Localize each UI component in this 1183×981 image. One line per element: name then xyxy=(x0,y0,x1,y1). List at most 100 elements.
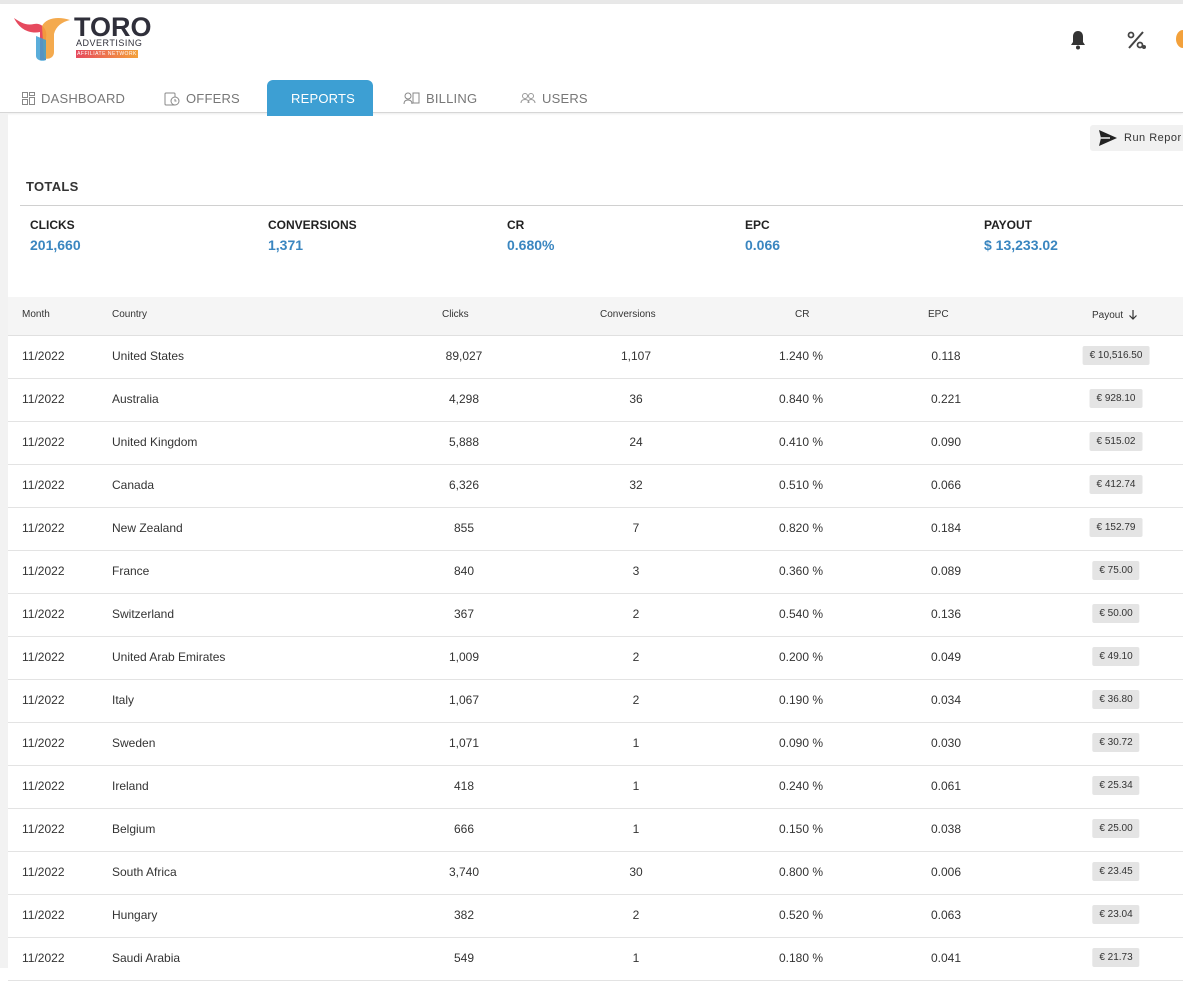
cell-clicks: 549 xyxy=(453,951,475,965)
payout-badge: € 928.10 xyxy=(1089,389,1143,408)
grid-icon xyxy=(22,91,35,105)
table-header: Month Country Clicks Conversions CR EPC … xyxy=(8,297,1183,336)
tab-reports[interactable]: REPORTS xyxy=(267,80,373,116)
cell-country: Hungary xyxy=(112,908,158,922)
cell-conversions: 24 xyxy=(629,435,643,449)
cell-conversions: 2 xyxy=(632,693,640,707)
cell-epc: 0.063 xyxy=(930,908,962,922)
column-header-cr[interactable]: CR xyxy=(795,309,809,320)
cell-conversions: 1 xyxy=(632,779,640,793)
cell-clicks: 382 xyxy=(453,908,475,922)
table-row[interactable]: 11/2022 United Arab Emirates 1,009 2 0.200 %… xyxy=(8,637,1183,680)
cell-cr: 1.240 % xyxy=(778,349,824,363)
cell-epc: 0.089 xyxy=(930,564,962,578)
stat-value: 0.680% xyxy=(507,237,555,253)
tab-users-label: USERS xyxy=(542,90,588,106)
cell-conversions: 36 xyxy=(629,392,643,406)
payout-badge: € 23.04 xyxy=(1092,905,1140,924)
cell-country: United States xyxy=(112,349,185,363)
table-row[interactable]: 11/2022 United States 89,027 1,107 1.240 % 0.… xyxy=(8,336,1183,379)
cell-cr: 0.820 % xyxy=(778,521,824,535)
cell-cr: 0.840 % xyxy=(778,392,824,406)
table-row[interactable]: 11/2022 Ireland 418 1 0.240 % 0.061 € 25.34 xyxy=(8,766,1183,809)
cell-month: 11/2022 xyxy=(22,822,65,836)
cell-month: 11/2022 xyxy=(22,736,65,750)
run-report-label: Run Repor xyxy=(1124,132,1182,144)
tab-dashboard[interactable]: DASHBOARD xyxy=(22,80,125,116)
table-row[interactable]: 11/2022 Saudi Arabia 549 1 0.180 % 0.041 € 21.… xyxy=(8,938,1183,981)
payout-badge: € 21.73 xyxy=(1092,948,1140,967)
cell-epc: 0.221 xyxy=(930,392,962,406)
table-row[interactable]: 11/2022 Canada 6,326 32 0.510 % 0.066 € 412.74 xyxy=(8,465,1183,508)
tab-billing[interactable]: BILLING xyxy=(403,80,477,116)
tab-reports-label: REPORTS xyxy=(291,90,356,106)
column-header-payout[interactable]: Payout xyxy=(1092,309,1138,321)
cell-epc: 0.030 xyxy=(930,736,962,750)
stat-value: $ 13,233.02 xyxy=(984,237,1058,253)
cell-cr: 0.150 % xyxy=(778,822,824,836)
arrow-down-icon xyxy=(1128,310,1137,320)
bell-icon[interactable] xyxy=(1066,28,1090,52)
cell-month: 11/2022 xyxy=(22,865,65,879)
payout-badge: € 30.72 xyxy=(1092,733,1140,752)
table-row[interactable]: 11/2022 Switzerland 367 2 0.540 % 0.136 € 50.0… xyxy=(8,594,1183,637)
avatar[interactable] xyxy=(1176,30,1183,48)
cell-month: 11/2022 xyxy=(22,650,65,664)
cell-month: 11/2022 xyxy=(22,435,65,449)
tab-offers[interactable]: OFFERS xyxy=(164,80,240,116)
table-row[interactable]: 11/2022 Belgium 666 1 0.150 % 0.038 € 25.00 xyxy=(8,809,1183,852)
cell-country: Australia xyxy=(112,392,159,406)
column-header-conversions[interactable]: Conversions xyxy=(600,309,656,320)
payout-badge: € 36.80 xyxy=(1092,690,1140,709)
cell-epc: 0.066 xyxy=(930,478,962,492)
cell-country: Belgium xyxy=(112,822,156,836)
column-header-country[interactable]: Country xyxy=(112,309,147,320)
report-table: Month Country Clicks Conversions CR EPC … xyxy=(8,297,1183,981)
cell-epc: 0.049 xyxy=(930,650,962,664)
cell-cr: 0.510 % xyxy=(778,478,824,492)
clock-tag-icon xyxy=(164,92,180,105)
table-row[interactable]: 11/2022 Australia 4,298 36 0.840 % 0.221 € 928… xyxy=(8,379,1183,422)
cell-clicks: 89,027 xyxy=(445,349,483,363)
billing-icon xyxy=(403,92,420,105)
cell-cr: 0.540 % xyxy=(778,607,824,621)
cell-cr: 0.240 % xyxy=(778,779,824,793)
cell-epc: 0.034 xyxy=(930,693,962,707)
cell-country: Saudi Arabia xyxy=(112,951,181,965)
stat-value: 0.066 xyxy=(745,237,781,253)
cell-epc: 0.136 xyxy=(930,607,962,621)
percent-settings-icon[interactable] xyxy=(1125,28,1149,52)
payout-header-label: Payout xyxy=(1092,310,1124,321)
cell-epc: 0.041 xyxy=(930,951,962,965)
table-row[interactable]: 11/2022 South Africa 3,740 30 0.800 % 0.006 € … xyxy=(8,852,1183,895)
column-header-epc[interactable]: EPC xyxy=(928,309,949,320)
cell-conversions: 3 xyxy=(632,564,640,578)
payout-badge: € 49.10 xyxy=(1092,647,1140,666)
stat-label: CLICKS xyxy=(30,218,75,232)
cell-month: 11/2022 xyxy=(22,521,65,535)
table-row[interactable]: 11/2022 France 840 3 0.360 % 0.089 € 75.00 xyxy=(8,551,1183,594)
brand-logo[interactable]: TORO ADVERTISING AFFILIATE NETWORK xyxy=(12,12,152,64)
stat-clicks: CLICKS 201,660 xyxy=(30,218,81,253)
brand-tagline: AFFILIATE NETWORK xyxy=(76,50,138,58)
column-header-clicks[interactable]: Clicks xyxy=(442,309,469,320)
run-report-button[interactable]: Run Repor xyxy=(1090,125,1183,151)
tab-users[interactable]: USERS xyxy=(520,80,588,116)
table-row[interactable]: 11/2022 New Zealand 855 7 0.820 % 0.184 € 152.… xyxy=(8,508,1183,551)
table-row[interactable]: 11/2022 Hungary 382 2 0.520 % 0.063 € 23.04 xyxy=(8,895,1183,938)
payout-badge: € 25.00 xyxy=(1092,819,1140,838)
column-header-month[interactable]: Month xyxy=(22,309,50,320)
cell-clicks: 367 xyxy=(453,607,475,621)
cell-epc: 0.090 xyxy=(930,435,962,449)
cell-country: Switzerland xyxy=(112,607,175,621)
cell-cr: 0.180 % xyxy=(778,951,824,965)
payout-badge: € 412.74 xyxy=(1089,475,1143,494)
stat-conversions: CONVERSIONS 1,371 xyxy=(268,218,357,253)
cell-epc: 0.061 xyxy=(930,779,962,793)
table-row[interactable]: 11/2022 United Kingdom 5,888 24 0.410 % 0.090… xyxy=(8,422,1183,465)
table-row[interactable]: 11/2022 Sweden 1,071 1 0.090 % 0.030 € 30.72 xyxy=(8,723,1183,766)
table-row[interactable]: 11/2022 Italy 1,067 2 0.190 % 0.034 € 36.80 xyxy=(8,680,1183,723)
left-gutter xyxy=(0,113,8,968)
cell-clicks: 855 xyxy=(453,521,475,535)
payout-badge: € 23.45 xyxy=(1092,862,1140,881)
